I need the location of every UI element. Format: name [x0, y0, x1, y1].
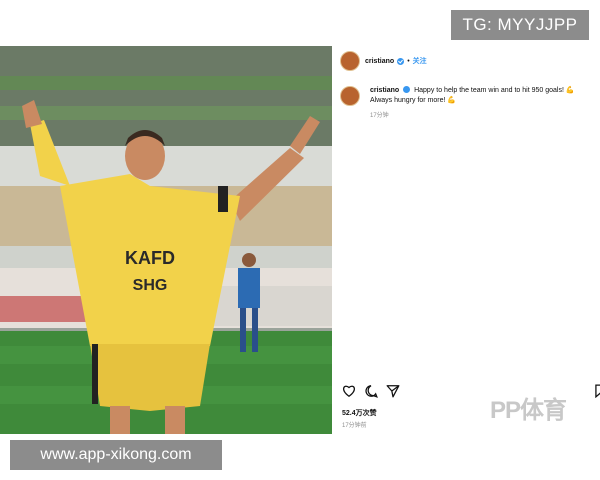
caption-username[interactable]: cristiano	[370, 87, 399, 94]
caption-comment: cristiano Happy to help the team win and…	[340, 86, 596, 119]
bookmark-icon[interactable]	[594, 384, 600, 398]
caption-time: 17分钟	[370, 113, 389, 119]
pp-sports-watermark-logo: PP体育	[490, 397, 567, 424]
heart-icon[interactable]	[342, 384, 356, 398]
separator-dot: •	[407, 57, 410, 65]
post-time: 17分钟前	[342, 423, 367, 429]
post-photo: KAFD SHG	[0, 46, 332, 434]
likes-count[interactable]: 52.4万次赞	[342, 408, 377, 418]
caption-body: Happy to help the team win and to hit 95…	[370, 87, 575, 104]
telegram-tag: TG: MYYJJPP	[451, 10, 589, 40]
jersey-sponsor-top: KAFD	[125, 248, 175, 268]
follow-button[interactable]: 关注	[413, 56, 427, 66]
player-celebration-image: KAFD SHG	[0, 46, 332, 434]
avatar[interactable]	[340, 86, 360, 106]
post-header: cristiano • 关注	[340, 50, 427, 72]
instagram-post: KAFD SHG cristiano • 关注 cristiano Happy …	[0, 46, 600, 434]
share-icon[interactable]	[386, 384, 400, 398]
verified-icon	[403, 86, 411, 93]
caption-text: cristiano Happy to help the team win and…	[370, 86, 596, 106]
jersey-sponsor-bottom: SHG	[133, 277, 168, 294]
avatar[interactable]	[340, 51, 360, 71]
username[interactable]: cristiano	[365, 58, 394, 65]
verified-icon	[397, 57, 405, 65]
post-side-panel: cristiano • 关注 cristiano Happy to help t…	[332, 46, 600, 434]
comment-icon[interactable]	[364, 384, 378, 398]
site-url-tag: www.app-xikong.com	[10, 440, 222, 470]
